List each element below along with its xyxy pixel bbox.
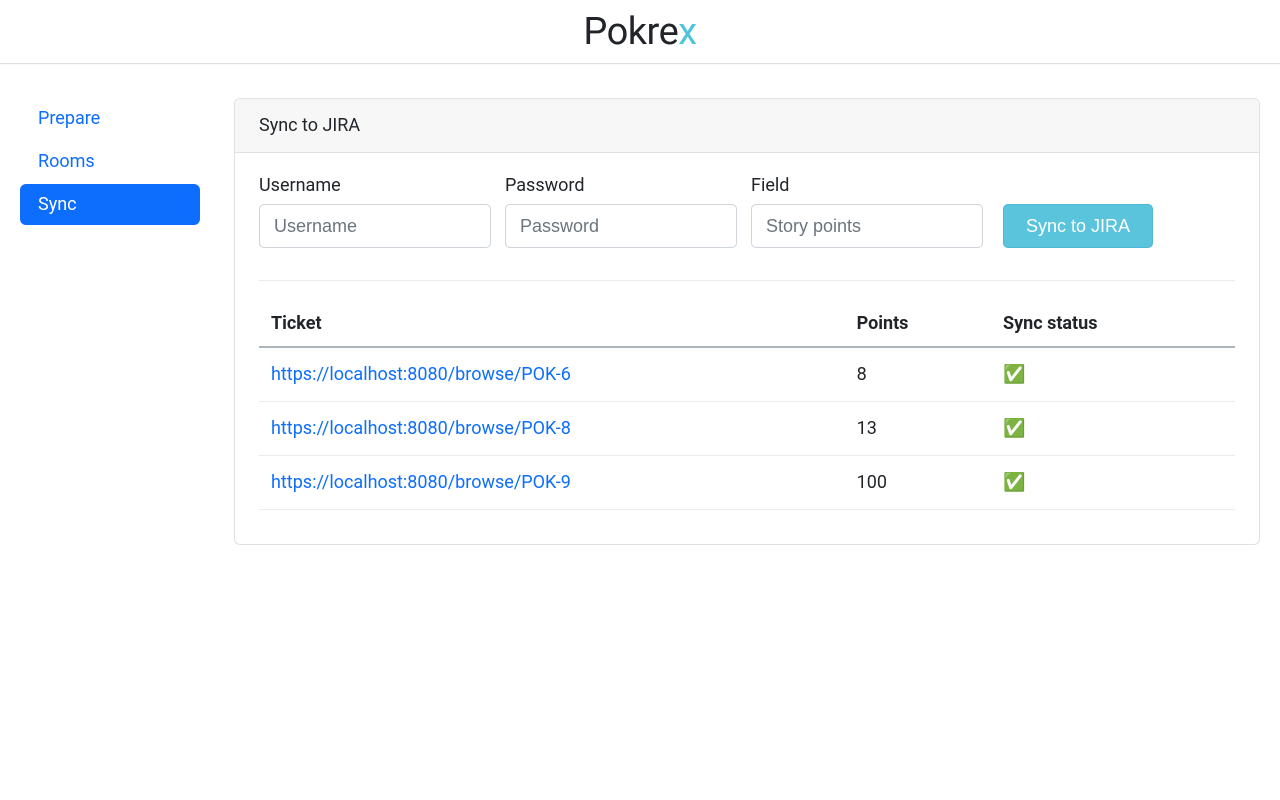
- check-icon: ✅: [1003, 364, 1025, 385]
- ticket-link[interactable]: https://localhost:8080/browse/POK-6: [271, 364, 571, 385]
- sync-card: Sync to JIRA Username Password Field: [234, 98, 1260, 545]
- username-group: Username: [259, 175, 491, 248]
- card-title: Sync to JIRA: [235, 99, 1259, 153]
- col-header-status: Sync status: [991, 301, 1235, 347]
- password-label: Password: [505, 175, 737, 196]
- sidebar-item-sync[interactable]: Sync: [20, 184, 200, 225]
- sync-form: Username Password Field Sync to JIRA: [259, 175, 1235, 281]
- table-row: https://localhost:8080/browse/POK-6 8 ✅: [259, 347, 1235, 402]
- sidebar-nav: Prepare Rooms Sync: [20, 98, 200, 545]
- card-body: Username Password Field Sync to JIRA: [235, 153, 1259, 544]
- main-panel: Sync to JIRA Username Password Field: [234, 98, 1260, 545]
- app-logo[interactable]: Pokrex: [583, 10, 696, 54]
- points-cell: 8: [845, 347, 991, 402]
- col-header-ticket: Ticket: [259, 301, 845, 347]
- tickets-table-wrap: Ticket Points Sync status https://localh…: [259, 301, 1235, 510]
- ticket-link[interactable]: https://localhost:8080/browse/POK-9: [271, 472, 571, 493]
- field-label: Field: [751, 175, 983, 196]
- table-row: https://localhost:8080/browse/POK-8 13 ✅: [259, 402, 1235, 456]
- sidebar-item-label: Rooms: [38, 151, 95, 172]
- logo-text: Pokre: [583, 10, 678, 54]
- sidebar-item-rooms[interactable]: Rooms: [20, 141, 200, 182]
- app-header: Pokrex: [0, 0, 1280, 64]
- sidebar-item-prepare[interactable]: Prepare: [20, 98, 200, 139]
- logo-accent: x: [678, 10, 696, 54]
- ticket-link[interactable]: https://localhost:8080/browse/POK-8: [271, 418, 571, 439]
- table-header-row: Ticket Points Sync status: [259, 301, 1235, 347]
- field-group: Field: [751, 175, 983, 248]
- sidebar-item-label: Prepare: [38, 108, 100, 129]
- field-input[interactable]: [751, 204, 983, 248]
- check-icon: ✅: [1003, 472, 1025, 493]
- username-input[interactable]: [259, 204, 491, 248]
- check-icon: ✅: [1003, 418, 1025, 439]
- points-cell: 13: [845, 402, 991, 456]
- username-label: Username: [259, 175, 491, 196]
- col-header-points: Points: [845, 301, 991, 347]
- points-cell: 100: [845, 456, 991, 510]
- password-input[interactable]: [505, 204, 737, 248]
- main-container: Prepare Rooms Sync Sync to JIRA Username…: [0, 64, 1280, 545]
- table-row: https://localhost:8080/browse/POK-9 100 …: [259, 456, 1235, 510]
- password-group: Password: [505, 175, 737, 248]
- tickets-table: Ticket Points Sync status https://localh…: [259, 301, 1235, 510]
- sync-button[interactable]: Sync to JIRA: [1003, 204, 1153, 248]
- sidebar-item-label: Sync: [38, 194, 77, 215]
